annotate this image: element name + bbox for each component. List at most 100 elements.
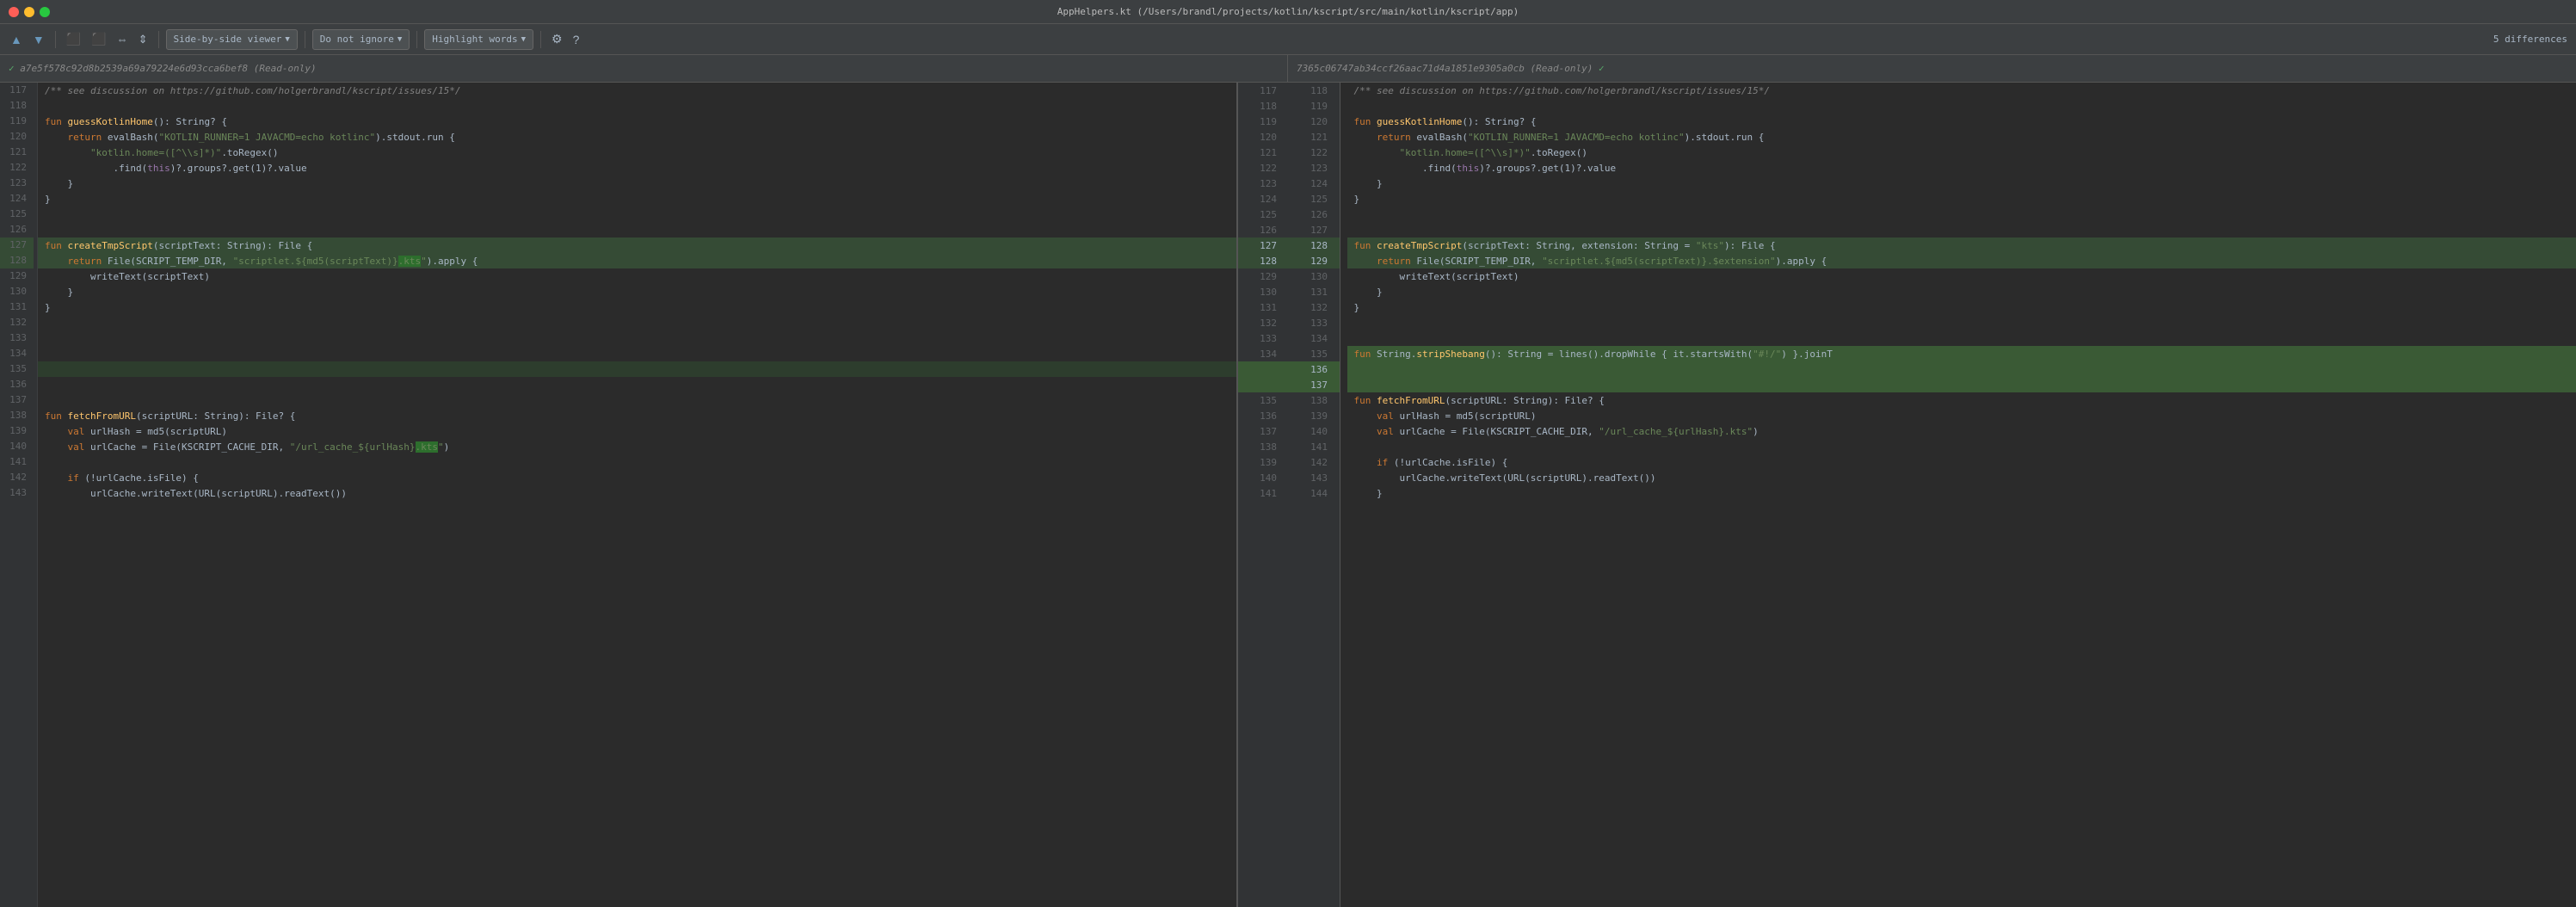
separator-1: [55, 31, 56, 48]
gutter-row-10: 126127: [1238, 222, 1340, 238]
right-line-121: return evalBash("KOTLIN_RUNNER=1 JAVACMD…: [1347, 129, 2576, 145]
settings-button[interactable]: ⚙: [548, 30, 566, 48]
left-line-135: [38, 361, 1236, 377]
gutter-row-20: 137: [1238, 377, 1340, 392]
help-icon: ?: [573, 33, 580, 46]
ignore-dropdown-arrow: ▼: [397, 35, 402, 44]
right-line-128: fun createTmpScript(scriptText: String, …: [1347, 238, 2576, 253]
nav-prev-button[interactable]: ▲: [7, 31, 26, 48]
titlebar: AppHelpers.kt (/Users/brandl/projects/ko…: [0, 0, 2576, 24]
left-line-118: [38, 98, 1236, 114]
copy-right-icon: ⬛: [91, 32, 106, 46]
settings-icon: ⚙: [552, 32, 563, 46]
right-line-122: "kotlin.home=([^\\s]*)".toRegex(): [1347, 145, 2576, 160]
gutter-row-17: 133134: [1238, 330, 1340, 346]
right-line-120: fun guessKotlinHome(): String? {: [1347, 114, 2576, 129]
gutter-row-5: 121122: [1238, 145, 1340, 160]
left-line-122: .find(this)?.groups?.get(1)?.value: [38, 160, 1236, 176]
right-code-area: /** see discussion on https://github.com…: [1340, 83, 2576, 907]
window-controls: [9, 7, 50, 17]
gutter-row-7: 123124: [1238, 176, 1340, 191]
gutter-row-8: 124125: [1238, 191, 1340, 207]
copy-left-button[interactable]: ⬛: [63, 30, 84, 48]
left-line-129: writeText(scriptText): [38, 268, 1236, 284]
expand-button[interactable]: ⇔: [114, 31, 132, 47]
copy-right-button[interactable]: ⬛: [88, 30, 109, 48]
expand-icon: ⇔: [117, 33, 128, 46]
left-line-136: [38, 377, 1236, 392]
gutter-row-23: 137140: [1238, 423, 1340, 439]
right-line-129: return File(SCRIPT_TEMP_DIR, "scriptlet.…: [1347, 253, 2576, 268]
gutter-row-14: 130131: [1238, 284, 1340, 299]
left-line-127: fun createTmpScript(scriptText: String):…: [38, 238, 1236, 253]
separator-4: [416, 31, 417, 48]
gutter-row-22: 136139: [1238, 408, 1340, 423]
gutter-row-13: 129130: [1238, 268, 1340, 284]
left-line-139: val urlHash = md5(scriptURL): [38, 423, 1236, 439]
right-line-135: fun String.stripShebang(): String = line…: [1347, 346, 2576, 361]
right-line-126: [1347, 207, 2576, 222]
left-line-119: fun guessKotlinHome(): String? {: [38, 114, 1236, 129]
left-line-121: "kotlin.home=([^\\s]*)".toRegex(): [38, 145, 1236, 160]
left-line-126: [38, 222, 1236, 238]
window-title: AppHelpers.kt (/Users/brandl/projects/ko…: [1057, 6, 1519, 17]
highlight-label: Highlight words: [432, 34, 517, 45]
gutter-row-19: 136: [1238, 361, 1340, 377]
right-line-142: if (!urlCache.isFile) {: [1347, 454, 2576, 470]
copy-left-icon: ⬛: [66, 32, 81, 46]
left-line-140: val urlCache = File(KSCRIPT_CACHE_DIR, "…: [38, 439, 1236, 454]
toolbar: ▲ ▼ ⬛ ⬛ ⇔ ⇕ Side-by-side viewer ▼ Do not…: [0, 24, 2576, 55]
viewer-label: Side-by-side viewer: [174, 34, 282, 45]
gutter-row-2: 118119: [1238, 98, 1340, 114]
gutter-row-24: 138141: [1238, 439, 1340, 454]
maximize-button[interactable]: [40, 7, 50, 17]
right-file-hash: 7365c06747ab34ccf26aac71d4a1851e9305a0cb…: [1297, 63, 1593, 74]
right-line-127: [1347, 222, 2576, 238]
gutter-row-26: 140143: [1238, 470, 1340, 485]
gutter-row-1: 117118: [1238, 83, 1340, 98]
highlight-dropdown[interactable]: Highlight words ▼: [424, 29, 533, 50]
arrow-down-icon: ▼: [33, 33, 45, 46]
viewer-dropdown-arrow: ▼: [285, 35, 289, 44]
left-line-125: [38, 207, 1236, 222]
gutter-row-11: 127128: [1238, 238, 1340, 253]
right-line-132: }: [1347, 299, 2576, 315]
gutter-row-9: 125126: [1238, 207, 1340, 222]
panels: 117 118 119 120 121 122 123 124 125 126 …: [0, 83, 2576, 907]
left-line-142: if (!urlCache.isFile) {: [38, 470, 1236, 485]
right-file-header: 7365c06747ab34ccf26aac71d4a1851e9305a0cb…: [1288, 55, 2576, 82]
help-button[interactable]: ?: [570, 31, 583, 48]
right-line-136: [1347, 361, 2576, 377]
right-panel: /** see discussion on https://github.com…: [1340, 83, 2576, 907]
right-line-118: /** see discussion on https://github.com…: [1347, 83, 2576, 98]
gutter-row-4: 120121: [1238, 129, 1340, 145]
gutter-row-3: 119120: [1238, 114, 1340, 129]
left-line-128: return File(SCRIPT_TEMP_DIR, "scriptlet.…: [38, 253, 1236, 268]
left-line-133: [38, 330, 1236, 346]
right-line-143: urlCache.writeText(URL(scriptURL).readTe…: [1347, 470, 2576, 485]
left-line-138: fun fetchFromURL(scriptURL: String): Fil…: [38, 408, 1236, 423]
close-button[interactable]: [9, 7, 19, 17]
file-headers: ✓ a7e5f578c92d8b2539a69a79224e6d93cca6be…: [0, 55, 2576, 83]
gutter-center: 117118 118119 119120 120121 121122 12212…: [1237, 83, 1340, 907]
gutter-row-18: 134135: [1238, 346, 1340, 361]
diff-count: 5 differences: [2493, 34, 2567, 45]
ignore-dropdown[interactable]: Do not ignore ▼: [312, 29, 410, 50]
right-line-131: }: [1347, 284, 2576, 299]
right-line-137: [1347, 377, 2576, 392]
left-line-123: }: [38, 176, 1236, 191]
left-panel: 117 118 119 120 121 122 123 124 125 126 …: [0, 83, 1237, 907]
collapse-button[interactable]: ⇕: [135, 31, 151, 48]
right-line-125: }: [1347, 191, 2576, 207]
left-line-132: [38, 315, 1236, 330]
right-line-139: val urlHash = md5(scriptURL): [1347, 408, 2576, 423]
main-wrapper: ✓ a7e5f578c92d8b2539a69a79224e6d93cca6be…: [0, 55, 2576, 907]
right-line-134: [1347, 330, 2576, 346]
minimize-button[interactable]: [24, 7, 34, 17]
nav-next-button[interactable]: ▼: [29, 31, 48, 48]
left-file-hash: a7e5f578c92d8b2539a69a79224e6d93cca6bef8…: [20, 63, 316, 74]
right-line-144: }: [1347, 485, 2576, 501]
viewer-dropdown[interactable]: Side-by-side viewer ▼: [166, 29, 298, 50]
ignore-label: Do not ignore: [320, 34, 394, 45]
right-line-124: }: [1347, 176, 2576, 191]
